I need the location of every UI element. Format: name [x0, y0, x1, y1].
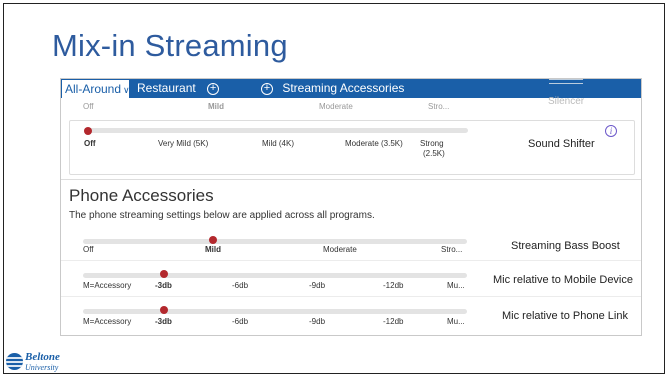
add-program-icon[interactable]: +	[207, 82, 220, 95]
mobile-mic-option[interactable]: M=Accessory	[83, 281, 131, 290]
ghost-strong: Stro...	[428, 102, 450, 111]
phone-link-mic-handle[interactable]	[160, 306, 168, 314]
mobile-mic-option[interactable]: -3db	[155, 281, 172, 290]
mobile-mic-handle[interactable]	[160, 270, 168, 278]
mobile-mic-label: Mic relative to Mobile Device	[493, 274, 633, 286]
slide-title: Mix-in Streaming	[52, 28, 288, 63]
bass-boost-option[interactable]: Moderate	[323, 245, 357, 254]
row-divider	[61, 296, 641, 297]
bass-boost-option[interactable]: Mild	[205, 245, 221, 254]
fitting-software-window: All-Around ∨ Restaurant + + Streaming Acc…	[60, 78, 642, 336]
mobile-mic-option[interactable]: -12db	[383, 281, 403, 290]
chevron-down-icon[interactable]: ∨	[123, 85, 130, 95]
ghost-moderate: Moderate	[319, 102, 353, 111]
logo-brand: Beltone	[25, 351, 60, 363]
phone-link-mic-track[interactable]	[83, 309, 467, 314]
sound-shifter-option[interactable]: Mild (4K)	[262, 139, 294, 148]
phone-link-mic-option[interactable]: M=Accessory	[83, 317, 131, 326]
phone-link-mic-option[interactable]: -12db	[383, 317, 403, 326]
ghost-off: Off	[83, 102, 94, 111]
sound-shifter-option-sub: (2.5K)	[423, 149, 445, 158]
section-title: Phone Accessories	[69, 186, 214, 205]
bass-boost-label: Streaming Bass Boost	[511, 240, 620, 252]
mobile-mic-track[interactable]	[83, 273, 467, 278]
phone-link-mic-option[interactable]: -9db	[309, 317, 325, 326]
mobile-mic-option[interactable]: -6db	[232, 281, 248, 290]
info-icon[interactable]: i	[605, 125, 617, 137]
sound-shifter-option[interactable]: Moderate (3.5K)	[345, 139, 403, 148]
phone-link-mic-option[interactable]: Mu...	[447, 317, 465, 326]
tab-restaurant[interactable]: Restaurant +	[137, 81, 220, 95]
section-description: The phone streaming settings below are a…	[69, 210, 375, 221]
sound-shifter-option[interactable]: Off	[84, 139, 96, 148]
phone-link-mic-option[interactable]: -6db	[232, 317, 248, 326]
mobile-mic-option[interactable]: Mu...	[447, 281, 465, 290]
row-divider	[61, 260, 641, 261]
phone-link-mic-option[interactable]: -3db	[155, 317, 172, 326]
sound-shifter-label: Sound Shifter	[528, 138, 595, 150]
bass-boost-track[interactable]	[83, 239, 467, 244]
logo-sub: University	[25, 363, 59, 372]
resize-grip-icon[interactable]	[549, 79, 583, 84]
sound-shifter-option[interactable]: Strong	[420, 139, 444, 148]
bass-boost-handle[interactable]	[209, 236, 217, 244]
sound-shifter-panel: Off Very Mild (5K) Mild (4K) Moderate (3…	[69, 120, 635, 175]
sound-shifter-track[interactable]	[84, 128, 468, 133]
ghost-mild: Mild	[208, 102, 224, 111]
mobile-mic-option[interactable]: -9db	[309, 281, 325, 290]
tab-streaming-accessories[interactable]: + Streaming Accessories	[261, 81, 404, 95]
phone-link-mic-label: Mic relative to Phone Link	[502, 310, 628, 322]
phone-accessories-section: Phone Accessories The phone streaming se…	[61, 179, 641, 335]
tab-streaming-accessories-label: Streaming Accessories	[282, 81, 405, 95]
bass-boost-option[interactable]: Off	[83, 245, 94, 254]
sound-shifter-option[interactable]: Very Mild (5K)	[158, 139, 208, 148]
sound-shifter-handle[interactable]	[84, 127, 92, 135]
tab-all-around[interactable]: All-Around ∨	[61, 79, 130, 98]
tab-all-around-label: All-Around	[65, 82, 122, 96]
bass-boost-option[interactable]: Stro...	[441, 245, 462, 254]
tab-restaurant-label: Restaurant	[137, 81, 196, 95]
globe-icon	[6, 353, 23, 370]
beltone-university-logo: Beltone University	[6, 351, 66, 373]
ghost-silencer-label: Silencer	[548, 96, 585, 107]
add-streaming-icon[interactable]: +	[261, 82, 273, 95]
